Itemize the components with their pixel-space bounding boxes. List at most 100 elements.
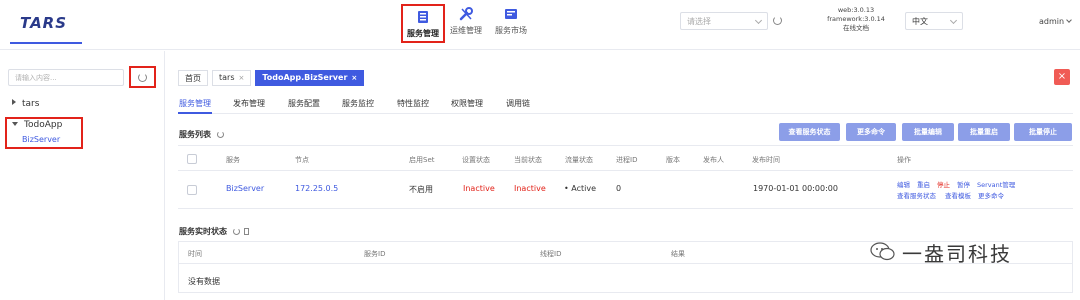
crumb-tars[interactable]: tars × [212,70,252,86]
service-tabs: 服务管理 发布管理 服务配置 服务监控 特性监控 权限管理 调用链 [178,98,1073,114]
tab-service-monitor[interactable]: 服务监控 [342,98,374,109]
op-stop-link[interactable]: 停止 [937,179,950,189]
crumb-label: TodoApp.BizServer [262,73,348,82]
col-publish-time: 发布时间 [752,156,780,164]
op-more-commands-link[interactable]: 更多命令 [978,190,1004,200]
batch-edit-button[interactable]: 批量编辑 [902,123,954,141]
web-version: web:3.0.13 [837,6,875,14]
tree-node-tars[interactable]: tars [12,99,39,109]
op-pause-link[interactable]: 暂停 [957,179,970,189]
wechat-icon [870,242,895,261]
crumb-bizserver[interactable]: TodoApp.BizServer × [255,70,365,86]
col-service: 服务 [226,156,240,164]
tree-node-todoapp[interactable]: TodoApp [12,120,62,130]
copy-icon[interactable] [243,228,249,235]
set-value: 不启用 [409,185,433,194]
caret-down-icon [12,122,18,126]
nav-label: 运维管理 [450,26,482,35]
select-all-checkbox[interactable] [187,154,197,164]
op-edit-link[interactable]: 编辑 [897,179,910,189]
op-restart-link[interactable]: 重启 [917,179,930,189]
language-value: 中文 [912,17,928,26]
active-tab-indicator [178,112,212,114]
logo-underline [10,42,82,44]
batch-restart-button[interactable]: 批量重启 [958,123,1010,141]
node-ip-link[interactable]: 172.25.0.5 [295,184,338,193]
nav-ops-management[interactable]: 运维管理 [450,6,482,36]
table-header: 服务 节点 启用Set 设置状态 当前状态 流量状态 进程ID 版本 发布人 发… [178,145,1073,171]
select-placeholder: 请选择 [687,17,711,26]
pid-value: 0 [616,184,622,193]
framework-version: framework:3.0.14 [827,15,885,23]
docs-link[interactable]: 在线文档 [826,24,886,33]
chevron-down-icon [754,16,763,25]
op-view-status-link[interactable]: 查看服务状态 [897,190,936,200]
batch-stop-button[interactable]: 批量停止 [1014,123,1072,141]
section-title-text: 服务实时状态 [179,227,227,236]
tree-node-label: tars [22,99,40,109]
publish-time-value: 1970-01-01 00:00:00 [753,184,838,193]
view-service-status-button[interactable]: 查看服务状态 [779,123,840,141]
user-menu[interactable]: admin [1039,17,1072,26]
current-state-value: Inactive [514,184,546,193]
tree-node-label: TodoApp [24,120,63,130]
tab-release-management[interactable]: 发布管理 [233,98,265,109]
language-select[interactable]: 中文 [905,12,963,30]
tab-call-chain[interactable]: 调用链 [506,98,530,109]
col-thread-id: 线程ID [540,250,562,258]
col-setting-state: 设置状态 [462,156,490,164]
nav-service-market[interactable]: 服务市场 [495,6,527,36]
col-service-id: 服务ID [364,250,386,258]
tree-search-input[interactable]: 请输入内容... [8,69,124,86]
search-placeholder: 请输入内容... [15,74,57,82]
close-icon[interactable]: × [351,74,357,82]
section-title-text: 服务列表 [179,130,211,139]
col-node: 节点 [295,156,309,164]
op-servant-link[interactable]: Servant管理 [977,179,1015,189]
refresh-icon[interactable] [773,16,782,25]
col-set: 启用Set [409,156,435,164]
tab-permission-management[interactable]: 权限管理 [451,98,483,109]
traffic-state-value: • Active [564,184,597,193]
col-version: 版本 [666,156,680,164]
tab-service-management[interactable]: 服务管理 [179,98,211,109]
refresh-icon[interactable] [216,131,224,138]
nav-label: 服务市场 [495,26,527,35]
tars-logo[interactable]: TARS [20,14,67,32]
table-row: BizServer 172.25.0.5 不启用 Inactive Inacti… [178,171,1073,209]
crumb-label: tars [219,73,235,82]
watermark: 一盎司科技 [870,237,1012,267]
tab-feature-monitor[interactable]: 特性监控 [397,98,429,109]
op-view-template-link[interactable]: 查看模板 [945,190,971,200]
tab-service-config[interactable]: 服务配置 [288,98,320,109]
more-commands-button[interactable]: 更多命令 [846,123,896,141]
version-info: web:3.0.13 framework:3.0.14 在线文档 [826,6,886,33]
refresh-icon[interactable] [232,228,240,235]
app-tree-sidebar: 请输入内容... tars TodoApp BizServer [0,51,165,300]
app-select[interactable]: 请选择 [680,12,768,30]
crumb-home[interactable]: 首页 [178,70,208,86]
watermark-text: 一盎司科技 [902,241,1012,266]
caret-right-icon [12,99,16,105]
row-checkbox[interactable] [187,185,197,195]
chevron-down-icon [949,16,958,25]
close-all-tabs-button[interactable]: × [1054,69,1070,85]
col-pid: 进程ID [616,156,638,164]
col-publisher: 发布人 [703,156,724,164]
refresh-icon [138,73,147,82]
empty-state-text: 没有数据 [188,277,220,286]
service-name-link[interactable]: BizServer [226,184,264,193]
col-traffic-state: 流量状态 [565,156,593,164]
close-icon[interactable]: × [239,74,245,82]
nav-label: 服务管理 [407,29,439,38]
col-result: 结果 [671,250,685,258]
tree-node-bizserver[interactable]: BizServer [22,135,60,144]
market-icon [505,9,517,19]
nav-service-management[interactable]: 服务管理 [401,4,445,43]
service-list-title: 服务列表 [179,129,224,140]
chevron-down-icon [1066,17,1072,23]
setting-state-value: Inactive [463,184,495,193]
tree-refresh-button[interactable] [129,66,156,88]
top-header: TARS 服务管理 运维管理 服务市场 请选择 web:3.0.13 frame… [0,0,1080,50]
realtime-status-title: 服务实时状态 [179,226,249,237]
